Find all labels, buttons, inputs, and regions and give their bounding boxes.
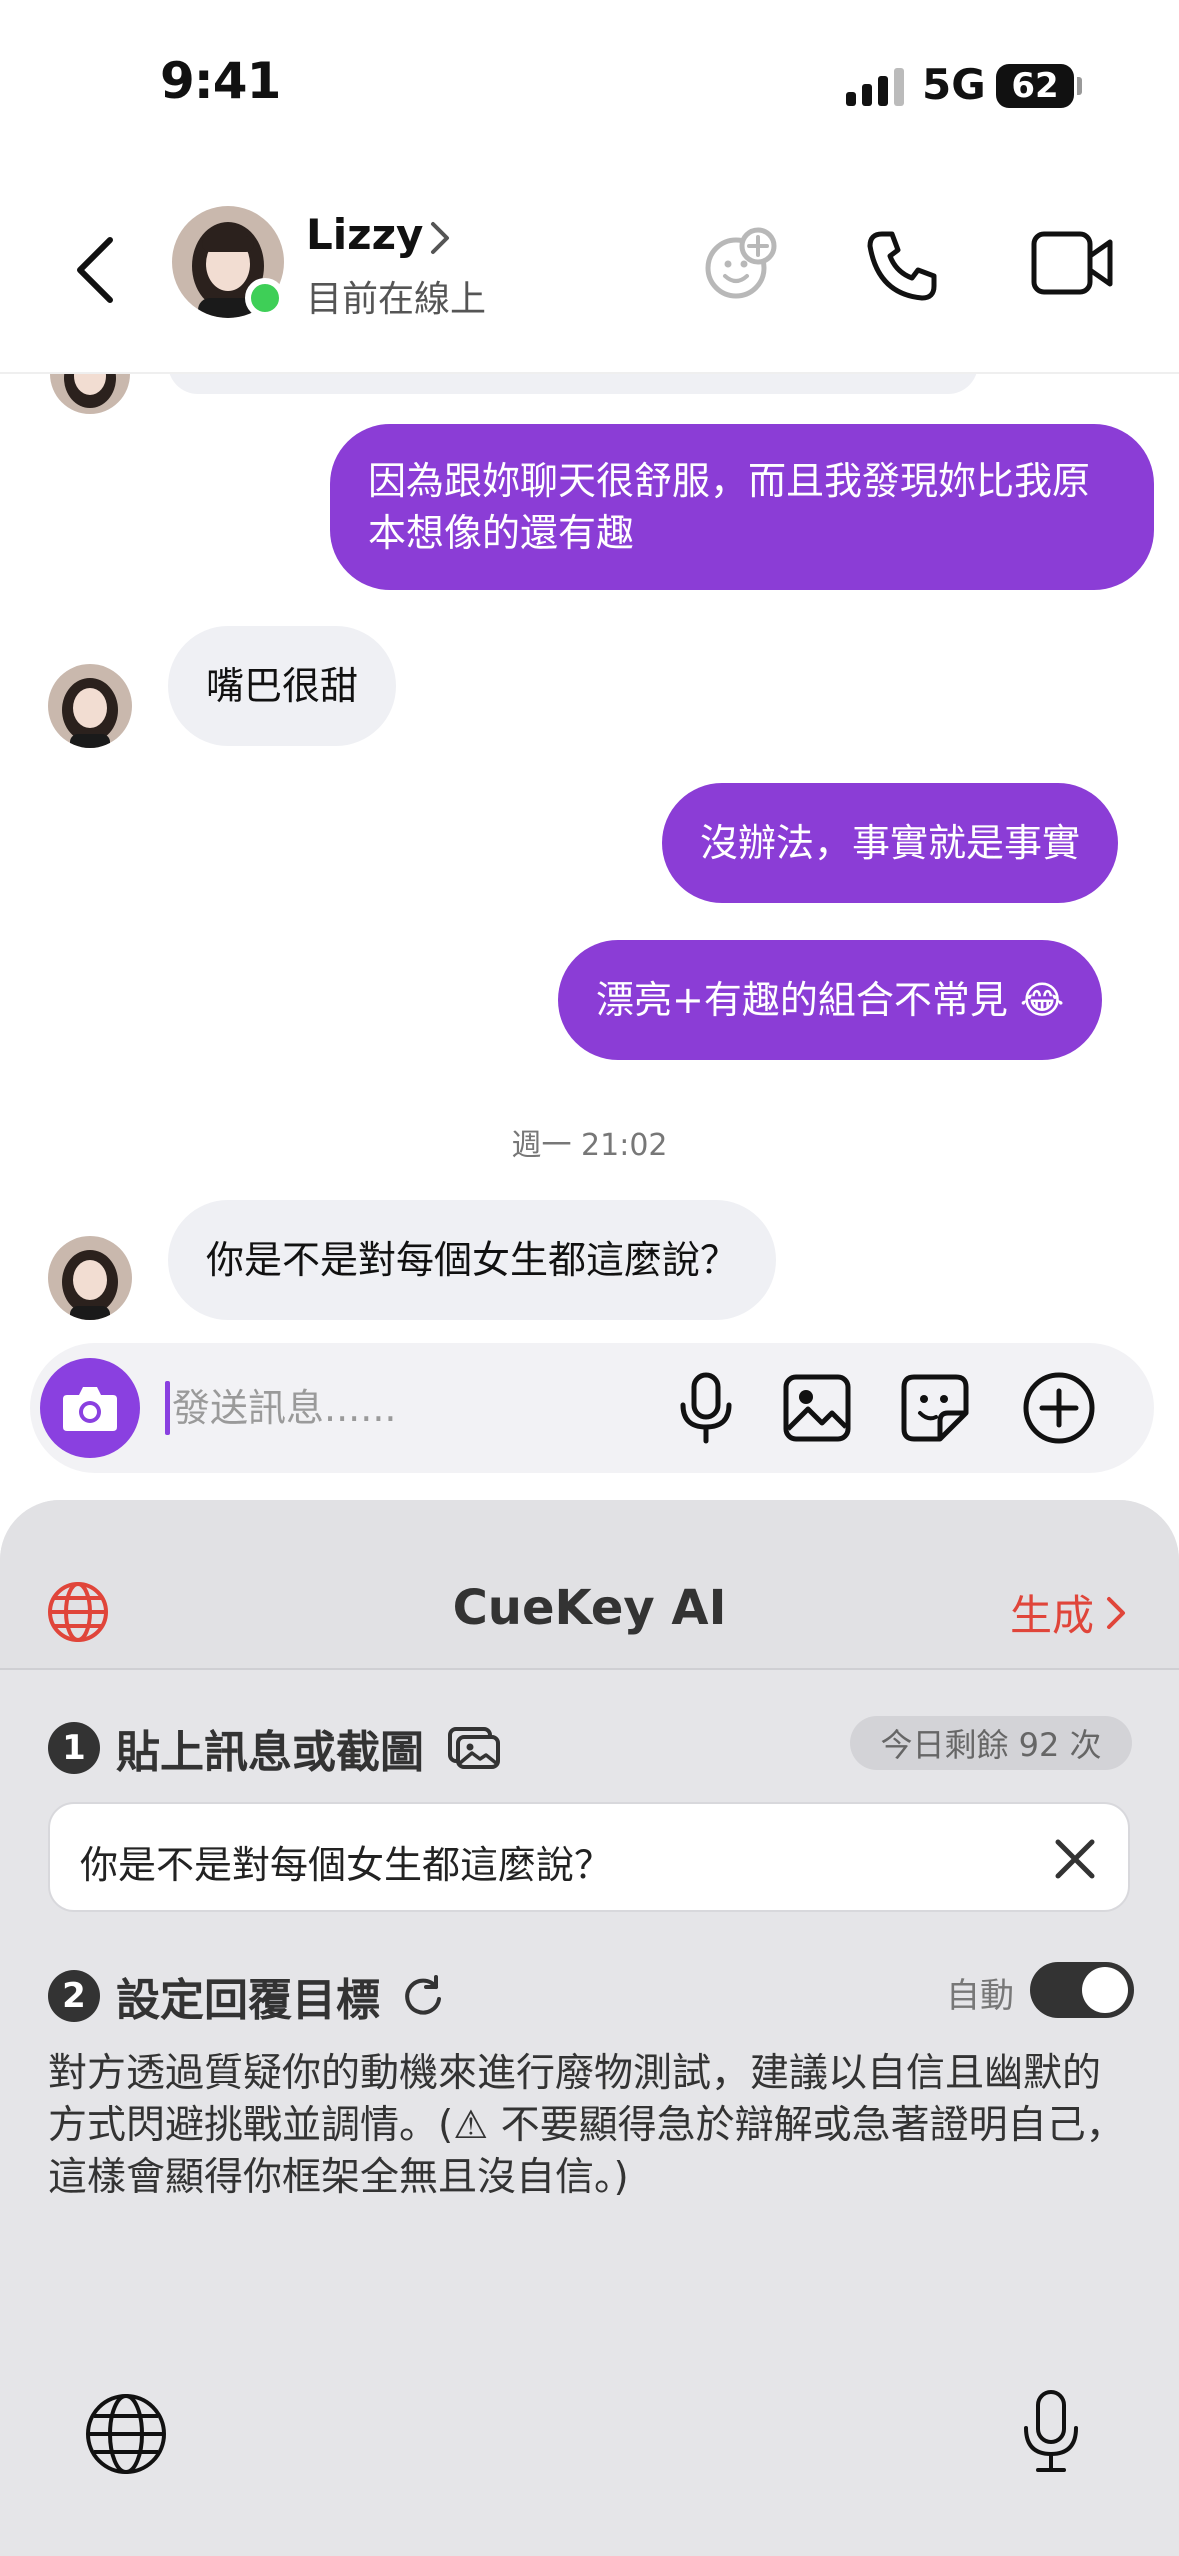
toggle-knob	[1082, 1967, 1128, 2013]
message-text: 沒辦法，事實就是事實	[700, 821, 1081, 865]
message-input[interactable]	[172, 1375, 652, 1441]
step-number: 2	[48, 1970, 100, 2022]
message-bubble-outgoing[interactable]: 漂亮+有趣的組合不常見 😂	[558, 940, 1103, 1060]
timestamp: 週一 21:02	[511, 1128, 668, 1163]
contact-name[interactable]: Lizzy	[306, 210, 423, 259]
step-number: 1	[48, 1722, 100, 1774]
message-text: 你是不是對每個女生都這麼說？	[206, 1238, 739, 1282]
battery-tip	[1077, 77, 1082, 95]
message-bubble-incoming[interactable]: 嘴巴很甜	[168, 626, 397, 746]
mic-icon[interactable]	[675, 1371, 737, 1445]
pasted-message-field[interactable]: 你是不是對每個女生都這麼說？	[48, 1802, 1130, 1912]
video-icon[interactable]	[1030, 228, 1116, 298]
status-bar: 9:41 5G 62	[0, 0, 1179, 150]
message-composer	[30, 1343, 1154, 1473]
message-list[interactable]: 因為跟妳聊天很舒服，而且我發現妳比我原本想像的還有趣 嘴巴很甜 沒辦法，事實就是…	[0, 374, 1179, 1342]
chat-header: Lizzy 目前在線上	[0, 190, 1179, 370]
plus-icon[interactable]	[1022, 1371, 1096, 1445]
gallery-icon[interactable]	[446, 1725, 502, 1771]
step-1: 1 貼上訊息或截圖	[48, 1716, 502, 1780]
phone-icon[interactable]	[862, 226, 942, 306]
message-text: 因為跟妳聊天很舒服，而且我發現妳比我原本想像的還有趣	[368, 459, 1091, 555]
status-time: 9:41	[160, 52, 281, 110]
keyboard-title: CueKey AI	[452, 1580, 727, 1636]
network-label: 5G	[922, 60, 986, 109]
message-bubble-outgoing[interactable]: 沒辦法，事實就是事實	[662, 783, 1119, 903]
cuekey-keyboard: CueKey AI 生成 1 貼上訊息或截圖 今日剩餘 92 次 你是不是對每個…	[0, 1500, 1179, 2556]
back-icon[interactable]	[66, 230, 126, 310]
message-text: 漂亮+有趣的組合不常見 😂	[596, 978, 1065, 1022]
battery-icon: 62	[996, 64, 1074, 108]
keyboard-topbar: CueKey AI 生成	[0, 1500, 1179, 1670]
sticker-icon[interactable]	[900, 1373, 970, 1443]
message-text: 嘴巴很甜	[206, 664, 359, 708]
pasted-message-text: 你是不是對每個女生都這麼說？	[80, 1843, 613, 1887]
generate-button[interactable]: 生成	[1010, 1582, 1128, 1643]
chevron-right-icon[interactable]	[425, 218, 455, 258]
chevron-right-icon	[1107, 1596, 1126, 1629]
text-caret	[165, 1381, 170, 1435]
message-bubble-incoming[interactable]: 你是不是對每個女生都這麼說？	[168, 1200, 777, 1320]
reply-suggestion: 對方透過質疑你的動機來進行廢物測試，建議以自信且幽默的方式閃避挑戰並調情。(⚠ …	[48, 2051, 1125, 2200]
avatar	[48, 1236, 132, 1320]
auto-toggle[interactable]	[1030, 1962, 1134, 2018]
message-bubble-partial	[168, 374, 978, 394]
globe-icon[interactable]	[84, 2392, 168, 2476]
generate-label: 生成	[1010, 1591, 1095, 1640]
camera-icon	[63, 1387, 117, 1431]
avatar	[50, 374, 130, 414]
step-label: 設定回覆目標	[116, 1975, 380, 2026]
quota-badge: 今日剩餘 92 次	[850, 1716, 1132, 1770]
avatar	[48, 664, 132, 748]
camera-button[interactable]	[40, 1358, 140, 1458]
signal-icon	[846, 66, 904, 106]
image-icon[interactable]	[782, 1373, 852, 1443]
step-2: 2 設定回覆目標	[48, 1964, 446, 2028]
message-bubble-outgoing[interactable]: 因為跟妳聊天很舒服，而且我發現妳比我原本想像的還有趣	[330, 424, 1154, 590]
online-indicator	[245, 278, 285, 318]
mic-icon[interactable]	[1018, 2388, 1084, 2476]
refresh-icon[interactable]	[400, 1973, 446, 2019]
contact-status: 目前在線上	[306, 279, 487, 320]
emoji-plus-icon[interactable]	[700, 226, 780, 302]
auto-label: 自動	[946, 1976, 1014, 2016]
step-label: 貼上訊息或截圖	[116, 1727, 424, 1778]
close-icon[interactable]	[1050, 1834, 1100, 1884]
battery-level: 62	[1011, 66, 1059, 106]
